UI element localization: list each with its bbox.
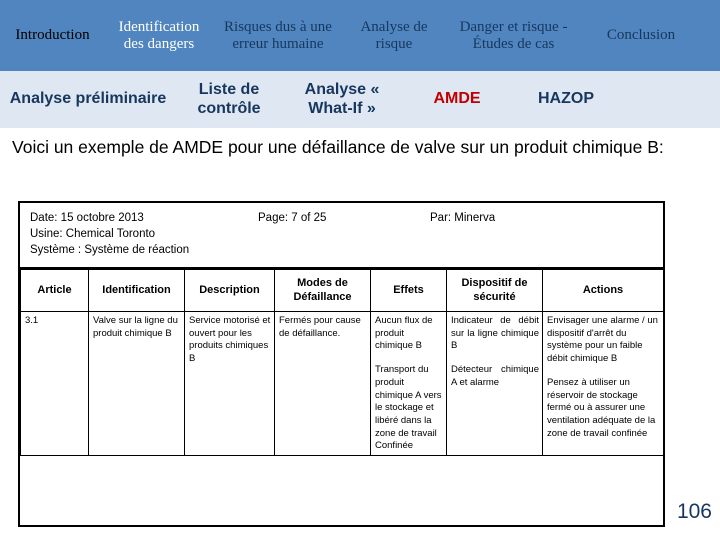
cell-actions-item-2: Pensez à utiliser un réservoir de stocka… xyxy=(547,376,656,439)
nav-item-analyse-what-if[interactable]: Analyse « What-If » xyxy=(282,81,402,119)
meta-date: Date: 15 octobre 2013 xyxy=(30,212,144,224)
column-header-actions: Actions xyxy=(542,269,664,312)
navigation-band-secondary: Analyse préliminaire Liste de contrôle A… xyxy=(0,71,720,128)
intro-paragraph: Voici un exemple de AMDE pour une défail… xyxy=(12,137,664,157)
cell-modes-de-defaillance: Fermés pour cause de défaillance. xyxy=(274,310,371,457)
nav-item-conclusion[interactable]: Conclusion xyxy=(582,27,700,44)
nav-item-analyse-de-risque[interactable]: Analyse de risque xyxy=(343,19,445,53)
meta-author: Par: Minerva xyxy=(430,212,496,224)
nav-item-introduction[interactable]: Introduction xyxy=(0,27,105,44)
meta-page: Page: 7 of 25 xyxy=(258,212,327,224)
nav-item-identification-des-dangers[interactable]: Identification des dangers xyxy=(105,19,213,53)
nav-item-risques-erreur-humaine[interactable]: Risques dus à une erreur humaine xyxy=(213,19,343,53)
meta-plant: Usine: Chemical Toronto xyxy=(30,228,156,240)
cell-dispositif-de-securite: Indicateur de débit sur la ligne chimiqu… xyxy=(446,310,543,457)
nav-item-liste-de-controle[interactable]: Liste de contrôle xyxy=(176,81,282,119)
fmea-table: Article Identification Description Modes… xyxy=(20,269,664,457)
cell-spacer xyxy=(547,366,660,377)
column-header-identification: Identification xyxy=(88,269,185,312)
cell-spacer xyxy=(375,353,443,364)
nav-item-danger-et-risque-etudes-de-cas[interactable]: Danger et risque - Études de cas xyxy=(445,19,582,53)
column-header-description: Description xyxy=(184,269,275,312)
cell-article: 3.1 xyxy=(20,310,89,457)
nav-item-hazop[interactable]: HAZOP xyxy=(512,90,620,109)
cell-identification: Valve sur la ligne du produit chimique B xyxy=(88,310,185,457)
cell-effets-item-1: Aucun flux de produit chimique B xyxy=(375,315,433,352)
meta-system: Système : Système de réaction xyxy=(30,244,190,256)
column-header-dispositif-de-securite: Dispositif de sécurité xyxy=(446,269,543,312)
table-header-row: Article Identification Description Modes… xyxy=(20,269,664,312)
column-header-modes-de-defaillance: Modes de Défaillance xyxy=(274,269,371,312)
nav-item-amde[interactable]: AMDE xyxy=(402,90,512,109)
cell-effets-item-2: Transport du produit chimique A vers le … xyxy=(375,364,442,452)
cell-dispositif-item-2: Détecteur chimique A et alarme xyxy=(451,364,539,388)
fmea-worksheet: Date: 15 octobre 2013 Page: 7 of 25 Par:… xyxy=(18,201,665,527)
cell-spacer xyxy=(451,353,539,364)
page-number: 106 xyxy=(676,500,712,523)
worksheet-header: Date: 15 octobre 2013 Page: 7 of 25 Par:… xyxy=(20,203,663,269)
navigation-band-primary: Introduction Identification des dangers … xyxy=(0,0,720,71)
column-header-effets: Effets xyxy=(370,269,447,312)
cell-actions: Envisager une alarme / un dispositif d'a… xyxy=(542,310,664,457)
cell-dispositif-item-1: Indicateur de débit sur la ligne chimiqu… xyxy=(451,315,539,352)
nav-item-analyse-preliminaire[interactable]: Analyse préliminaire xyxy=(0,90,176,109)
cell-actions-item-1: Envisager une alarme / un dispositif d'a… xyxy=(547,315,658,365)
cell-description: Service motorisé et ouvert pour les prod… xyxy=(184,310,275,457)
cell-effets: Aucun flux de produit chimique B Transpo… xyxy=(370,310,447,457)
column-header-article: Article xyxy=(20,269,89,312)
table-row: 3.1 Valve sur la ligne du produit chimiq… xyxy=(20,310,664,457)
